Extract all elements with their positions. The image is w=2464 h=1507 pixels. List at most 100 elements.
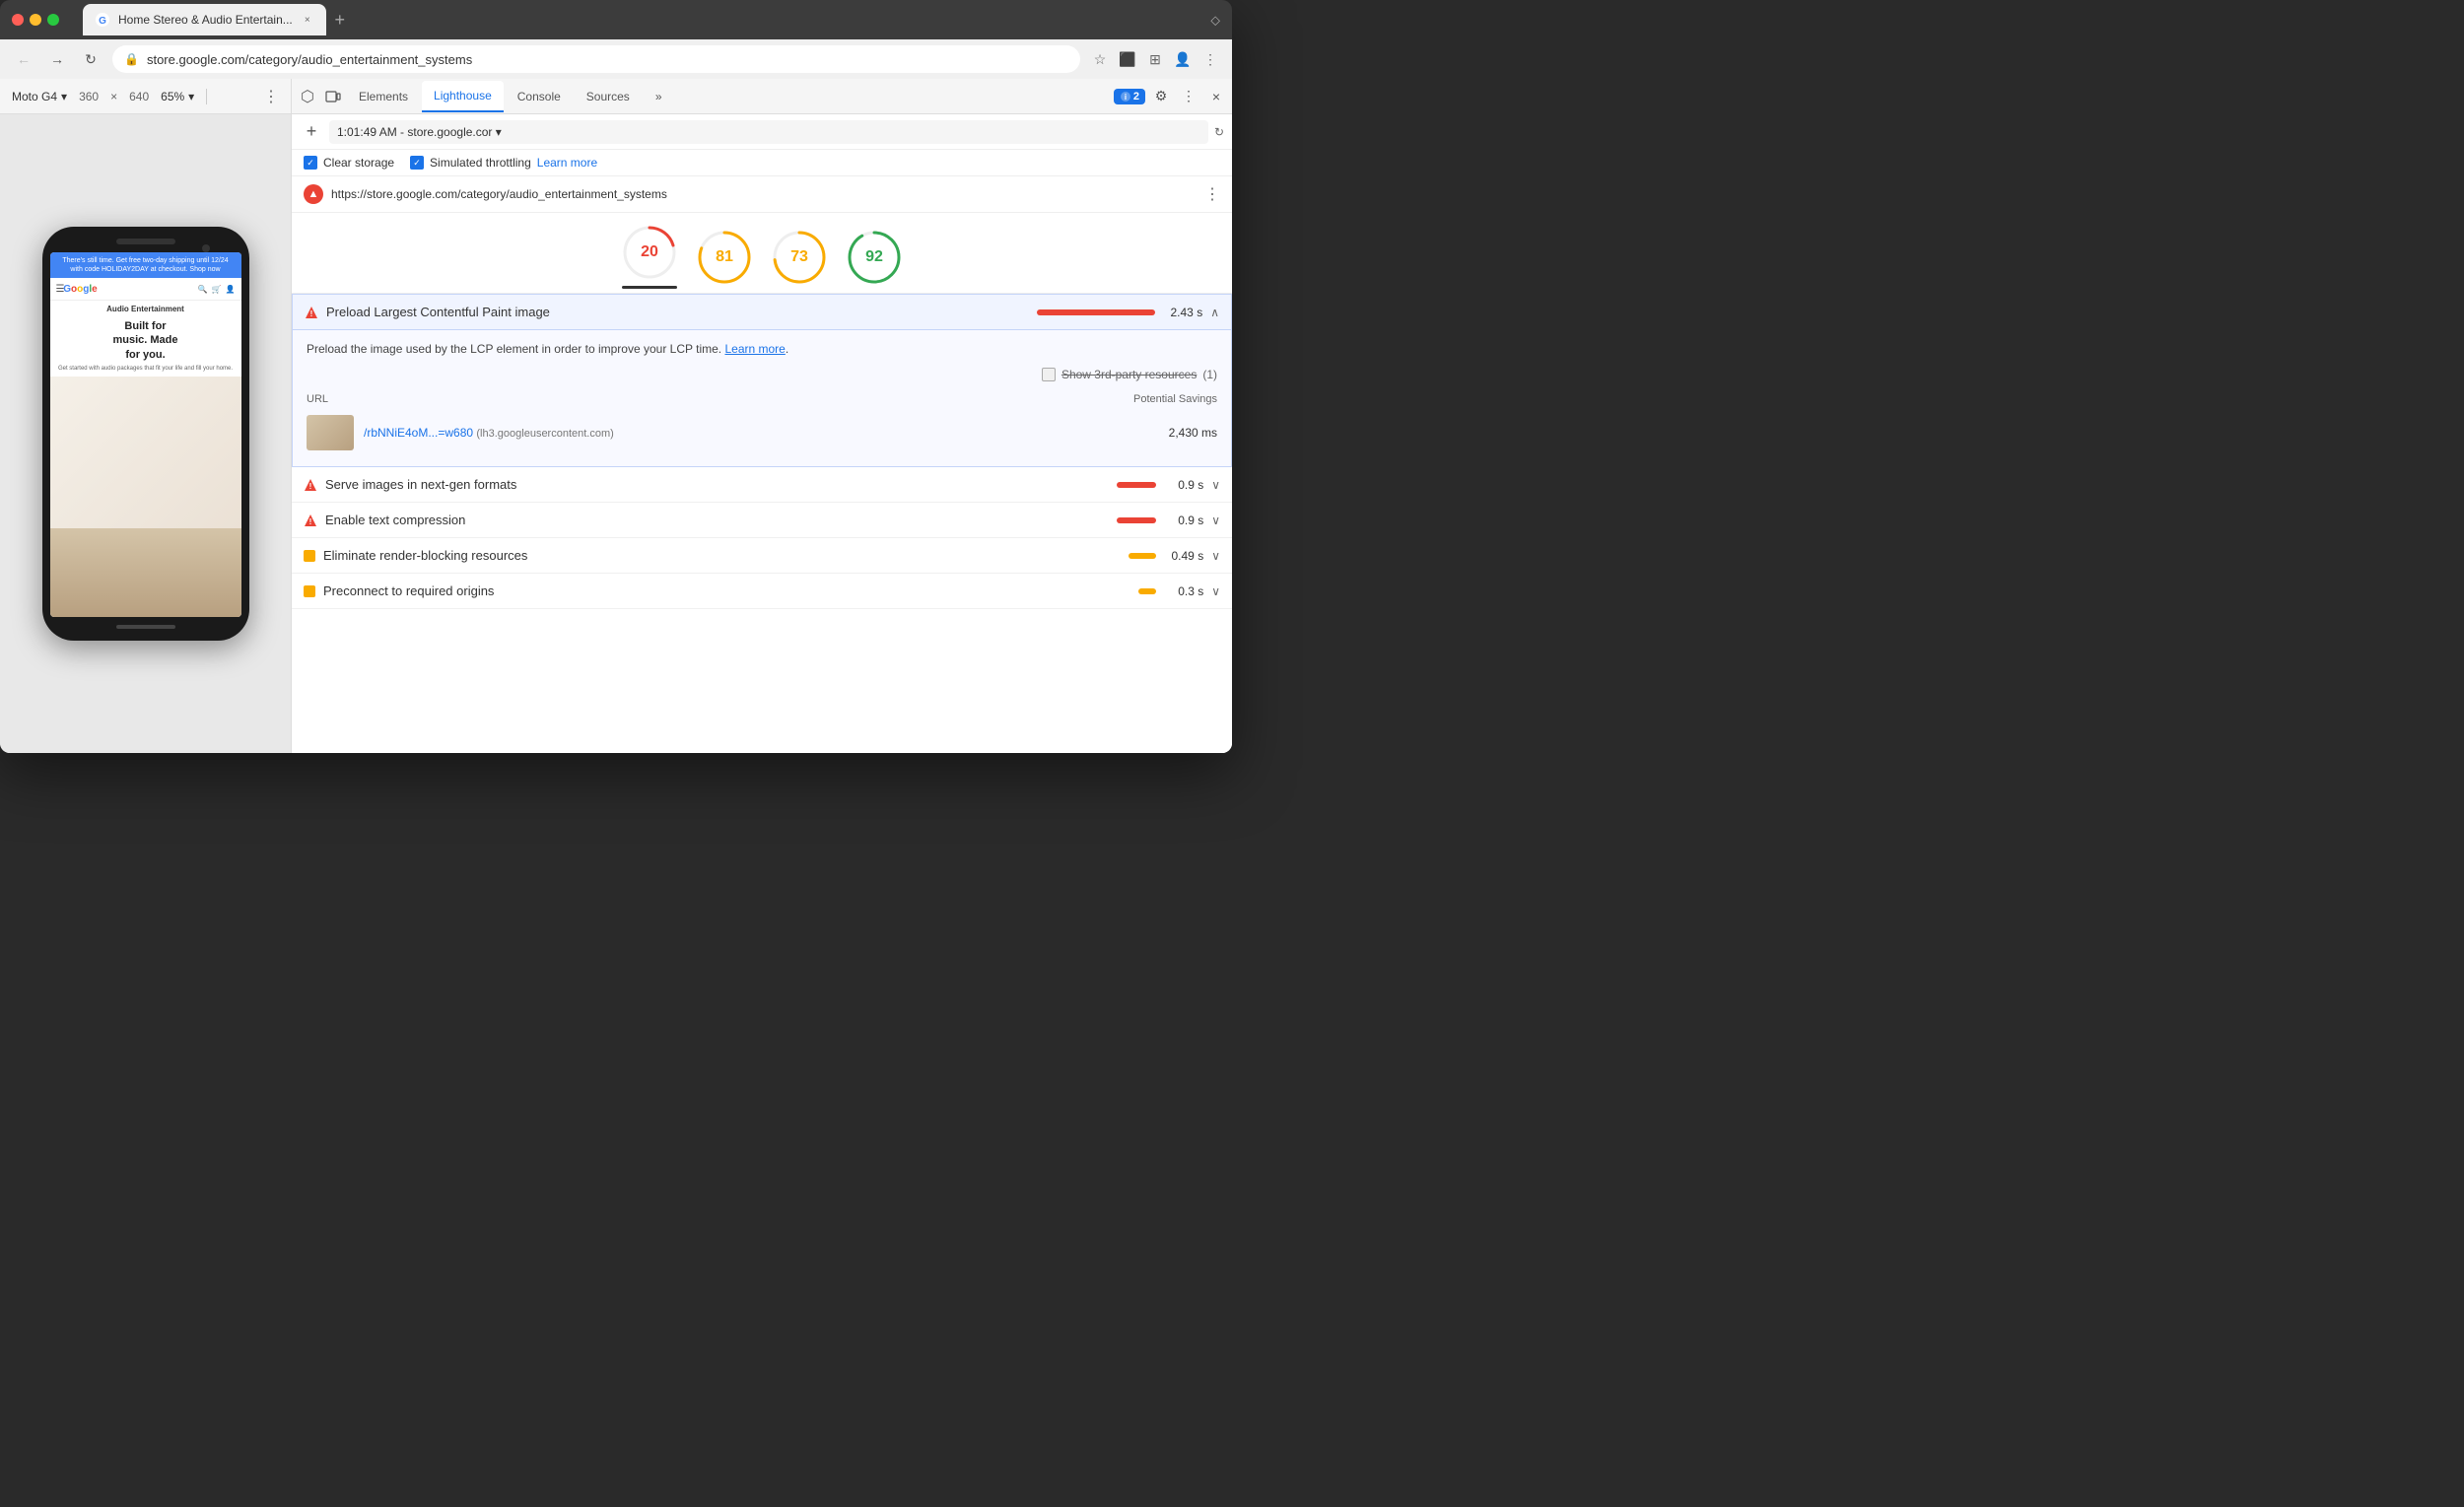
address-actions: ☆ ⬛ ⊞ 👤 ⋮	[1090, 49, 1220, 69]
tab-more[interactable]: »	[644, 81, 674, 112]
audit-render-blocking-expand[interactable]: ∨	[1211, 549, 1220, 563]
active-tab[interactable]: G Home Stereo & Audio Entertain... ×	[83, 4, 326, 35]
tab-console[interactable]: Console	[506, 81, 573, 112]
clear-storage-option[interactable]: ✓ Clear storage	[304, 156, 394, 170]
audit-text-compression-bar	[1117, 517, 1156, 523]
audit-bar-yellow-1	[1129, 553, 1156, 559]
browser-window: G Home Stereo & Audio Entertain... × + ⬦…	[0, 0, 1232, 753]
svg-text:!: !	[310, 309, 313, 318]
zoom-selector[interactable]: 65% ▾	[161, 90, 194, 103]
settings-button[interactable]: ⚙	[1149, 85, 1173, 108]
score-value-92: 92	[865, 248, 883, 266]
more-icon[interactable]: ⋮	[1200, 49, 1220, 69]
audit-url-more-button[interactable]: ⋮	[1204, 184, 1220, 204]
issues-count: 2	[1133, 91, 1139, 103]
show-3rd-party-row: Show 3rd-party resources (1)	[293, 364, 1231, 389]
audit-preconnect-expand[interactable]: ∨	[1211, 584, 1220, 598]
back-button[interactable]: ←	[12, 47, 35, 71]
url-input[interactable]: 🔒 store.google.com/category/audio_entert…	[112, 45, 1080, 73]
devtools-close-button[interactable]: ×	[1204, 85, 1228, 108]
throttling-option[interactable]: ✓ Simulated throttling Learn more	[410, 156, 597, 170]
col-url-label: URL	[307, 393, 328, 405]
device-selector[interactable]: Moto G4 ▾	[12, 90, 67, 103]
profile-icon[interactable]: 👤	[1173, 49, 1193, 69]
devtools-more-button[interactable]: ⋮	[1177, 85, 1200, 108]
lighthouse-add-button[interactable]: +	[300, 120, 323, 144]
audit-render-blocking: Eliminate render-blocking resources 0.49…	[292, 538, 1232, 574]
resource-savings: 2,430 ms	[1158, 426, 1217, 440]
new-tab-button[interactable]: +	[326, 6, 354, 34]
tab-lighthouse[interactable]: Lighthouse	[422, 81, 504, 112]
zoom-dropdown-icon: ▾	[188, 90, 194, 103]
search-icon[interactable]: 🔍	[198, 285, 208, 294]
minimize-button[interactable]	[30, 14, 41, 26]
score-best-practices[interactable]: 73	[772, 230, 827, 285]
lighthouse-options: ✓ Clear storage ✓ Simulated throttling L…	[292, 150, 1232, 176]
google-favicon: G	[95, 12, 110, 28]
score-ring-81: 81	[697, 230, 752, 285]
audit-preload-lcp-time: 2.43 s	[1163, 306, 1202, 319]
forward-button[interactable]: →	[45, 47, 69, 71]
audit-preload-lcp-description: Preload the image used by the LCP elemen…	[293, 330, 1231, 364]
audit-next-gen-time: 0.9 s	[1164, 478, 1203, 492]
chrome-download-icon: ⬦	[1210, 12, 1220, 29]
hero-section: Built for music. Made for you. Get start…	[50, 315, 241, 377]
svg-text:!: !	[309, 517, 312, 526]
device-toolbar-more[interactable]: ⋮	[263, 87, 279, 106]
extensions-icon[interactable]: ⬛	[1118, 49, 1137, 69]
audit-render-blocking-name: Eliminate render-blocking resources	[323, 548, 1121, 563]
lighthouse-scores: 20 81	[292, 213, 1232, 294]
device-viewport: There's still time. Get free two-day shi…	[0, 114, 291, 753]
issues-badge[interactable]: i 2	[1114, 89, 1145, 104]
devtools-tab-bar: ⬡ Elements Lighthouse Console Sources » …	[292, 79, 1232, 114]
clear-storage-checkbox[interactable]: ✓	[304, 156, 317, 170]
devtools-inspect-button[interactable]: ⬡	[296, 85, 319, 108]
audit-render-blocking-header[interactable]: Eliminate render-blocking resources 0.49…	[292, 538, 1232, 573]
score-ring-73: 73	[772, 230, 827, 285]
audit-next-gen-header[interactable]: ! Serve images in next-gen formats 0.9 s…	[292, 467, 1232, 502]
show-3rd-party-checkbox[interactable]	[1042, 368, 1056, 381]
audit-next-gen-expand[interactable]: ∨	[1211, 478, 1220, 492]
score-accessibility[interactable]: 81	[697, 230, 752, 285]
device-name: Moto G4	[12, 90, 57, 103]
url-text: store.google.com/category/audio_entertai…	[147, 52, 1068, 67]
audit-warning-icon: ▲	[304, 184, 323, 204]
audit-preload-lcp-header[interactable]: ! Preload Largest Contentful Paint image…	[293, 295, 1231, 330]
account-icon[interactable]: 👤	[226, 285, 236, 294]
close-button[interactable]	[12, 14, 24, 26]
tab-close-button[interactable]: ×	[301, 13, 314, 27]
tab-elements[interactable]: Elements	[347, 81, 420, 112]
lighthouse-reload-button[interactable]: ↻	[1214, 125, 1224, 139]
svg-text:i: i	[1125, 93, 1127, 102]
score-seo[interactable]: 92	[847, 230, 902, 285]
svg-text:!: !	[309, 482, 312, 491]
google-store-header: ☰ Google 🔍 🛒 👤	[50, 278, 241, 301]
audit-next-gen-bar	[1117, 482, 1156, 488]
address-bar: ← → ↻ 🔒 store.google.com/category/audio_…	[0, 39, 1232, 79]
star-icon[interactable]: ☆	[1090, 49, 1110, 69]
audit-preload-lcp-collapse[interactable]: ∧	[1210, 306, 1219, 319]
audit-text-compression-header[interactable]: ! Enable text compression 0.9 s ∨	[292, 503, 1232, 537]
cast-icon[interactable]: ⊞	[1145, 49, 1165, 69]
score-value-81: 81	[716, 248, 733, 266]
resource-url[interactable]: /rbNNiE4oM...=w680 (lh3.googleuserconten…	[364, 426, 1148, 440]
lighthouse-url-selector[interactable]: 1:01:49 AM - store.google.cor ▾	[329, 120, 1208, 144]
refresh-button[interactable]: ↻	[79, 47, 103, 71]
audit-text-compression-expand[interactable]: ∨	[1211, 514, 1220, 527]
audit-learn-more-link[interactable]: Learn more	[724, 342, 785, 356]
toolbar-separator	[206, 89, 207, 104]
devtools-device-button[interactable]	[321, 85, 345, 108]
throttling-checkbox[interactable]: ✓	[410, 156, 424, 170]
audit-url-row: ▲ https://store.google.com/category/audi…	[292, 176, 1232, 213]
score-performance[interactable]: 20	[622, 225, 677, 289]
device-dropdown-icon: ▾	[61, 90, 67, 103]
tab-sources[interactable]: Sources	[575, 81, 642, 112]
audit-preconnect-header[interactable]: Preconnect to required origins 0.3 s ∨	[292, 574, 1232, 608]
height-value: 640	[129, 90, 149, 103]
cart-icon[interactable]: 🛒	[212, 285, 222, 294]
audit-preconnect-name: Preconnect to required origins	[323, 583, 1130, 598]
audit-preconnect-time: 0.3 s	[1164, 584, 1203, 598]
audit-bar-red-3	[1117, 517, 1156, 523]
maximize-button[interactable]	[47, 14, 59, 26]
throttling-learn-more-link[interactable]: Learn more	[537, 156, 597, 170]
